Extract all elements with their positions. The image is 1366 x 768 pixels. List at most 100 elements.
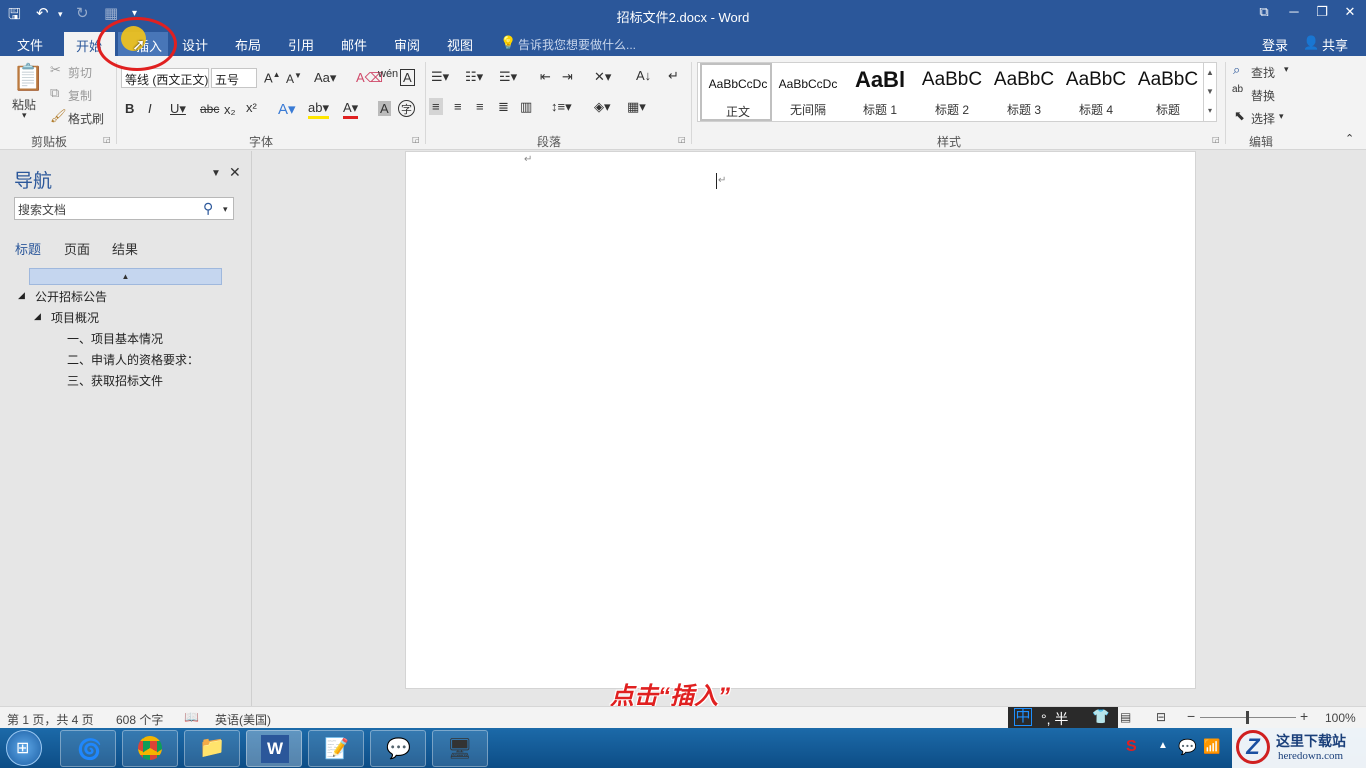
font-size-combo[interactable]: 五号: [211, 68, 257, 88]
numbering-icon[interactable]: ☷▾: [465, 69, 483, 85]
close-window-icon[interactable]: ✕: [1339, 4, 1361, 20]
char-shading-icon[interactable]: A: [378, 101, 391, 116]
tab-references[interactable]: 引用: [288, 35, 314, 54]
restore-icon[interactable]: ❐: [1311, 4, 1333, 20]
tab-file[interactable]: 文件: [17, 35, 43, 54]
taskbar-wechat[interactable]: 💬: [370, 730, 426, 767]
style-heading-2[interactable]: AaBbC 标题 2: [916, 63, 988, 121]
heading-item[interactable]: 公开招标公告: [35, 288, 107, 305]
align-right-icon[interactable]: ≡: [476, 99, 484, 114]
document-page[interactable]: ↵ ↵: [405, 151, 1196, 689]
style-heading-1[interactable]: AaBl 标题 1: [844, 63, 916, 121]
share-icon[interactable]: 👤: [1303, 35, 1319, 51]
tab-design[interactable]: 设计: [182, 35, 208, 54]
find-dropdown-icon[interactable]: ▾: [1284, 64, 1289, 75]
read-mode-icon[interactable]: ▤: [1120, 710, 1131, 724]
styles-scroll[interactable]: ▲ ▼ ▾: [1203, 63, 1216, 121]
line-spacing-icon[interactable]: ↕≡▾: [551, 99, 572, 115]
change-case-icon[interactable]: Aa▾: [314, 70, 336, 86]
wechat-tray-icon[interactable]: 💬: [1178, 738, 1197, 756]
copy-button[interactable]: 复制: [68, 87, 92, 104]
heading-item[interactable]: 项目概况: [51, 309, 99, 326]
replace-icon[interactable]: ab: [1232, 84, 1243, 95]
increase-indent-icon[interactable]: ⇥: [562, 69, 573, 85]
enclose-char-icon[interactable]: 字: [398, 100, 415, 117]
highlight-icon[interactable]: ab▾: [308, 100, 329, 119]
superscript-icon[interactable]: x²: [246, 100, 257, 115]
copy-icon[interactable]: ⧉: [50, 85, 59, 101]
format-painter-button[interactable]: 格式刷: [68, 110, 104, 127]
grow-font-icon[interactable]: A▲: [264, 70, 281, 85]
strikethrough-icon[interactable]: abc: [200, 102, 219, 116]
select-button[interactable]: 选择: [1251, 110, 1275, 127]
styles-launcher-icon[interactable]: ◲: [1212, 135, 1220, 144]
justify-icon[interactable]: ≣: [498, 99, 509, 115]
select-dropdown-icon[interactable]: ▾: [1279, 111, 1284, 122]
tab-view[interactable]: 视图: [447, 35, 473, 54]
start-button[interactable]: ⊞: [6, 730, 42, 766]
style-heading-4[interactable]: AaBbC 标题 4: [1060, 63, 1132, 121]
ime-skin-icon[interactable]: 👕: [1092, 708, 1109, 725]
bold-icon[interactable]: B: [125, 101, 134, 116]
nav-options-icon[interactable]: ▼: [211, 168, 221, 179]
borders-icon[interactable]: ▦▾: [627, 99, 646, 115]
text-effects-icon[interactable]: A▾: [278, 100, 296, 118]
distributed-icon[interactable]: ▥: [520, 99, 532, 115]
paste-dropdown-icon[interactable]: ▾: [22, 110, 27, 121]
sort-icon[interactable]: A↓: [636, 68, 651, 83]
collapse-triangle-icon[interactable]: ◢: [18, 290, 25, 301]
taskbar-pinwheel-app[interactable]: 🌀: [60, 730, 116, 767]
clipboard-launcher-icon[interactable]: ◲: [103, 135, 111, 144]
zoom-out-icon[interactable]: −: [1187, 708, 1195, 724]
nav-tab-results[interactable]: 结果: [112, 239, 138, 258]
search-icon[interactable]: ⚲: [203, 200, 213, 217]
taskbar-word[interactable]: W: [246, 730, 302, 767]
taskbar-recorder[interactable]: 🖥: [432, 730, 488, 767]
bullets-icon[interactable]: ☰▾: [431, 69, 449, 85]
zoom-in-icon[interactable]: +: [1300, 708, 1308, 724]
nav-search-input[interactable]: 搜索文档: [14, 197, 234, 220]
decrease-indent-icon[interactable]: ⇤: [540, 69, 551, 85]
subscript-icon[interactable]: x₂: [224, 102, 236, 117]
find-icon[interactable]: ⌕: [1233, 62, 1240, 78]
phonetic-guide-icon[interactable]: wén: [378, 68, 398, 80]
word-count[interactable]: 608 个字: [116, 711, 163, 728]
underline-icon[interactable]: U▾: [170, 101, 186, 117]
collapse-triangle-icon[interactable]: ◢: [34, 311, 41, 322]
italic-icon[interactable]: I: [148, 101, 152, 116]
taskbar-explorer[interactable]: 📁: [184, 730, 240, 767]
share-button[interactable]: 共享: [1322, 35, 1348, 54]
cut-icon[interactable]: ✂: [50, 62, 61, 78]
cut-button[interactable]: 剪切: [68, 64, 92, 81]
replace-button[interactable]: 替换: [1251, 87, 1275, 104]
style-title[interactable]: AaBbC 标题: [1132, 63, 1204, 121]
style-no-spacing[interactable]: AaBbCcDc 无间隔: [772, 63, 844, 121]
char-border-icon[interactable]: A: [400, 69, 415, 86]
paragraph-launcher-icon[interactable]: ◲: [678, 135, 686, 144]
style-heading-3[interactable]: AaBbC 标题 3: [988, 63, 1060, 121]
collapse-ribbon-icon[interactable]: ⌃: [1345, 132, 1354, 145]
style-normal[interactable]: AaBbCcDc 正文: [700, 63, 772, 121]
asian-layout-icon[interactable]: ✕▾: [594, 69, 611, 85]
font-color-icon[interactable]: A▾: [343, 100, 359, 119]
font-name-combo[interactable]: 等线 (西文正文): [121, 68, 209, 88]
align-left-icon[interactable]: ≡: [429, 98, 443, 115]
tab-review[interactable]: 审阅: [394, 35, 420, 54]
heading-item[interactable]: 三、获取招标文件: [67, 372, 163, 389]
select-icon[interactable]: ⬉: [1234, 108, 1245, 124]
show-marks-icon[interactable]: ↵: [668, 68, 679, 84]
login-link[interactable]: 登录: [1262, 35, 1288, 54]
find-button[interactable]: 查找: [1251, 64, 1275, 81]
collapse-all-bar[interactable]: ▲: [29, 268, 222, 285]
heading-item[interactable]: 二、申请人的资格要求：: [67, 351, 199, 368]
shrink-font-icon[interactable]: A▼: [286, 71, 302, 86]
zoom-slider-thumb[interactable]: [1246, 711, 1249, 724]
search-dropdown-icon[interactable]: ▾: [223, 204, 228, 215]
taskbar-chrome[interactable]: [122, 730, 178, 767]
tray-expand-icon[interactable]: ▲: [1158, 740, 1168, 751]
language-indicator[interactable]: 英语(美国): [215, 711, 271, 728]
zoom-level[interactable]: 100%: [1325, 711, 1356, 725]
sogou-ime-icon[interactable]: S: [1126, 738, 1137, 756]
ime-chinese-icon[interactable]: 中: [1014, 708, 1032, 726]
ribbon-display-icon[interactable]: ⧉: [1253, 4, 1275, 20]
